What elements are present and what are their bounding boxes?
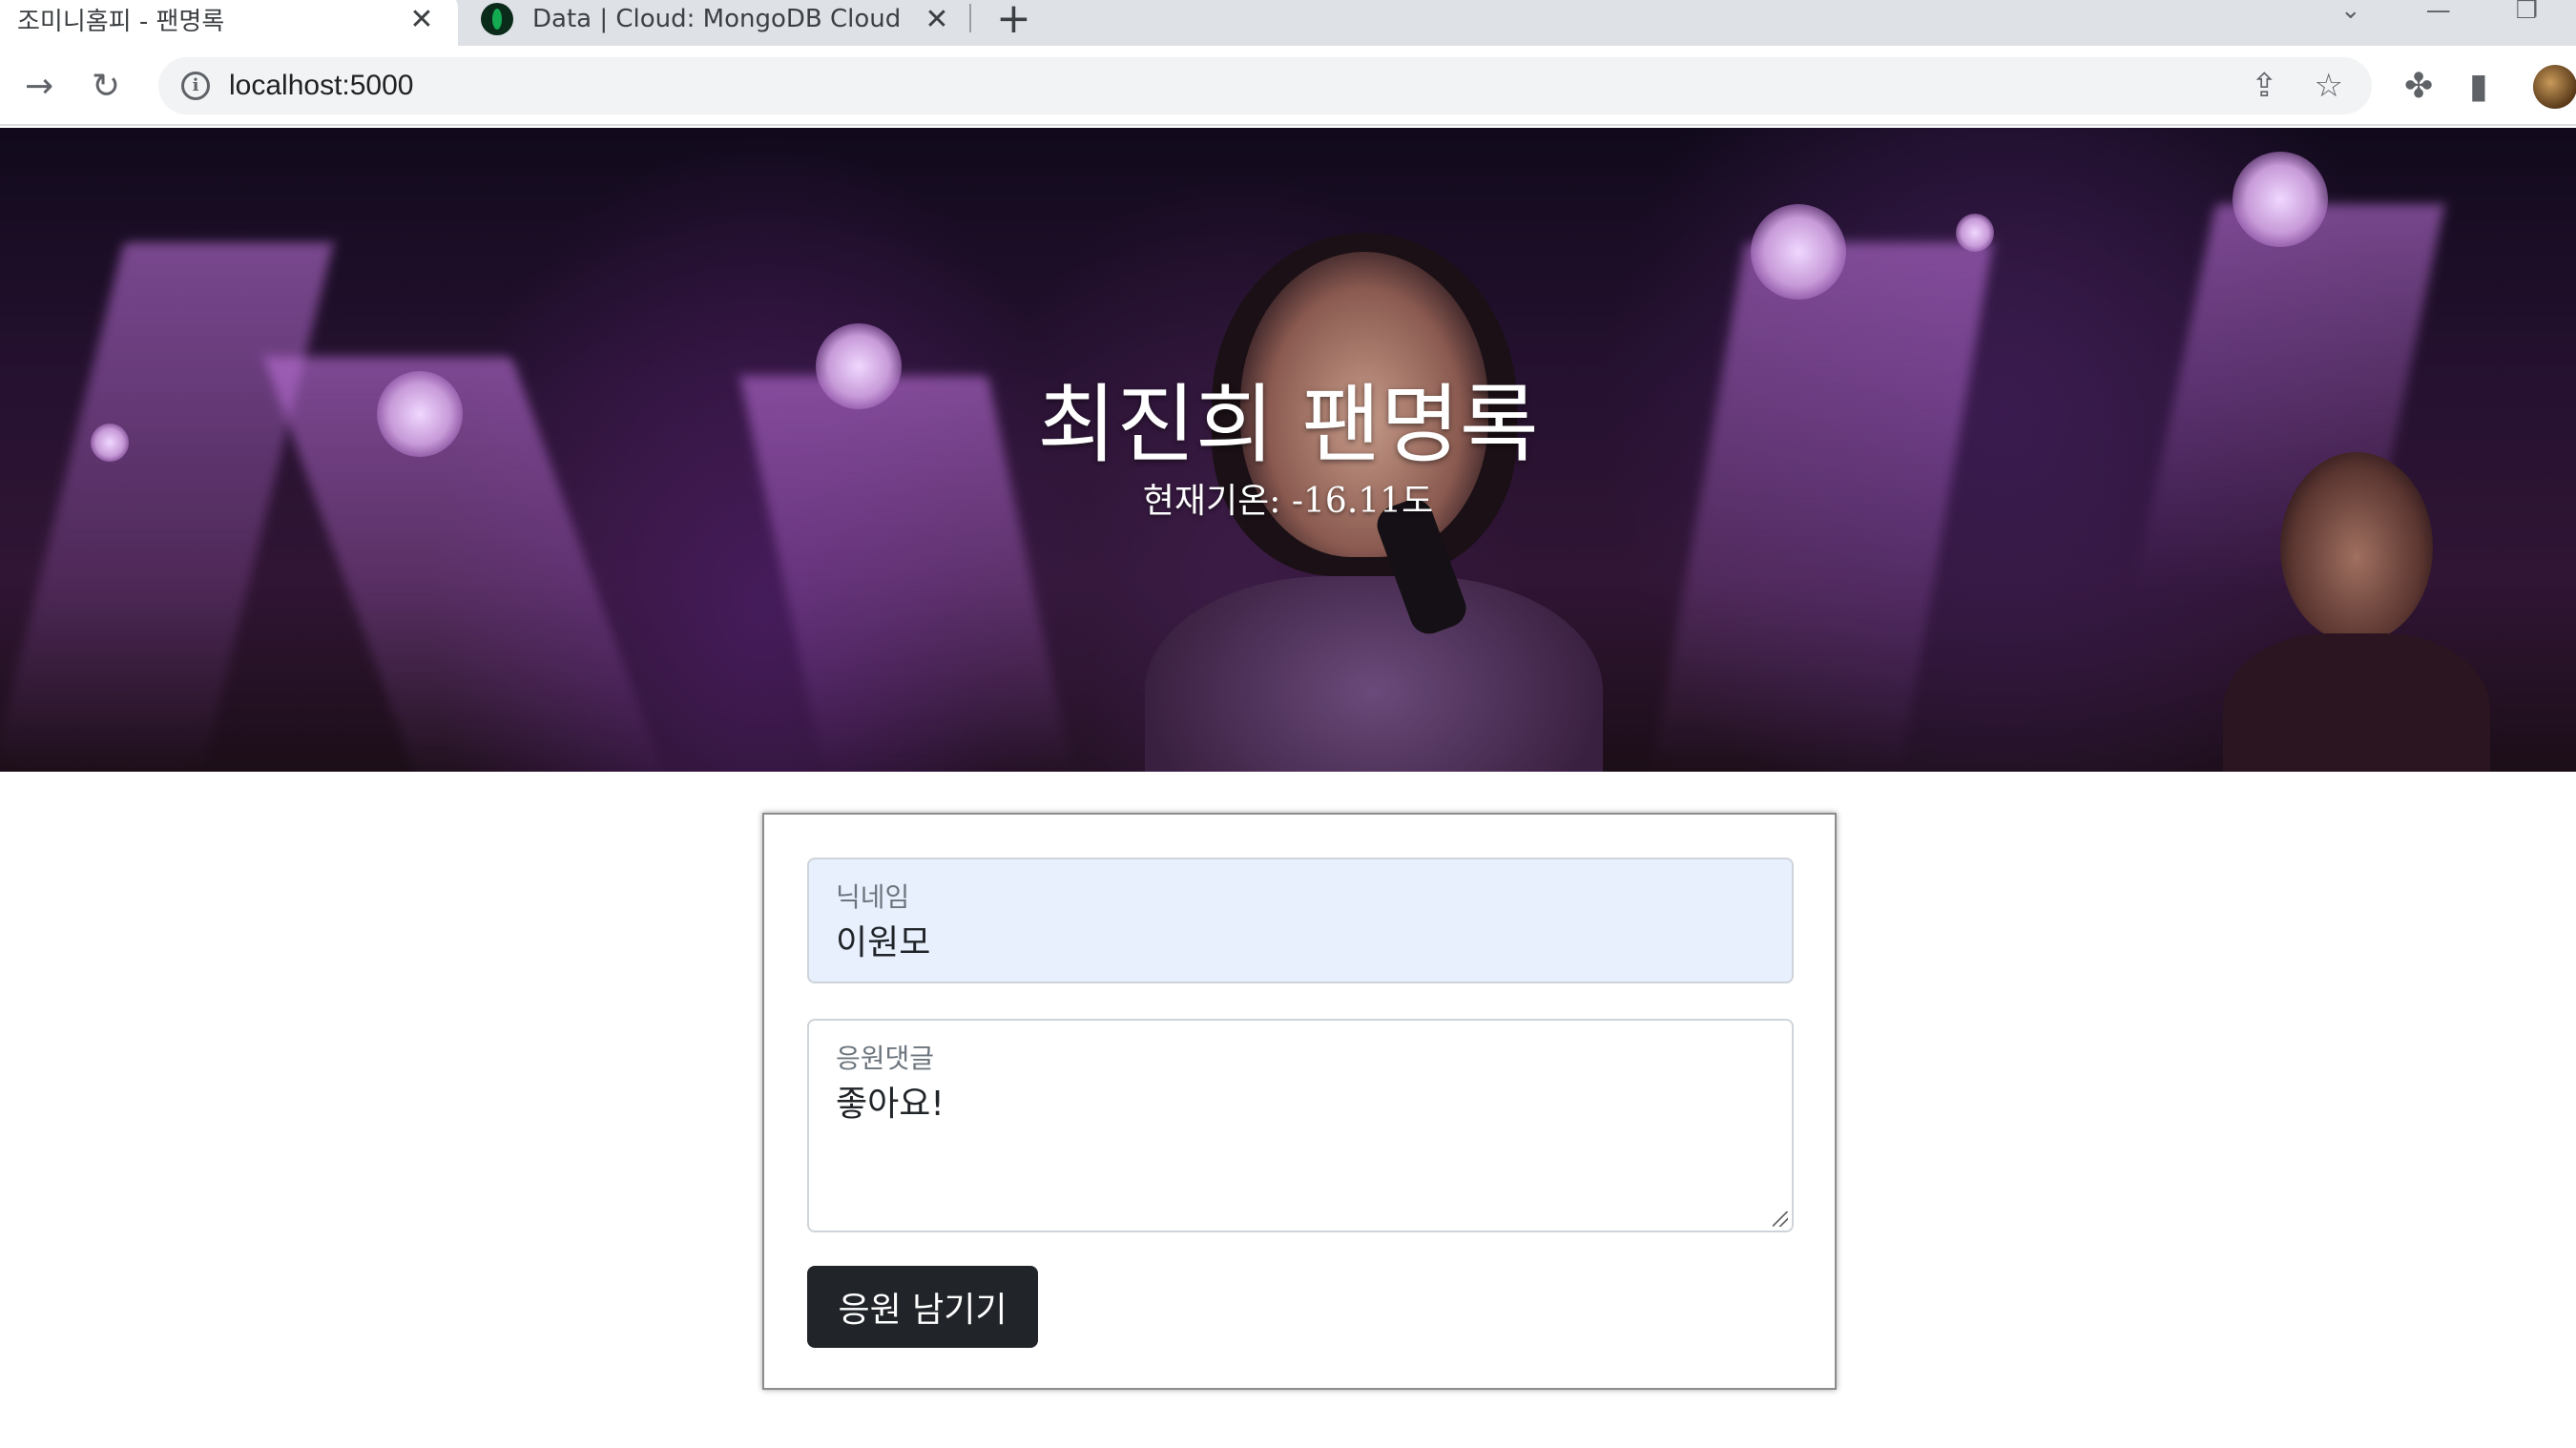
resize-handle-icon[interactable] [1773, 1211, 1788, 1227]
browser-toolbar: → ↻ i localhost:5000 ⇪ ☆ ✤ ▮ [0, 46, 2576, 126]
guestbook-form-card: 닉네임 이원모 응원댓글 좋아요! 응원 남기기 [762, 813, 1837, 1390]
tab-title: 조미니홈피 - 팬명록 [17, 7, 225, 36]
extensions-puzzle-icon[interactable]: ✤ [2404, 67, 2433, 106]
address-bar[interactable]: i localhost:5000 ⇪ ☆ [158, 57, 2372, 114]
close-tab-icon[interactable]: ✕ [403, 3, 441, 36]
tab-separator [969, 4, 971, 32]
submit-cheer-button[interactable]: 응원 남기기 [807, 1266, 1038, 1348]
tab-search-icon[interactable]: ⌄ [2340, 0, 2361, 25]
site-info-icon[interactable]: i [181, 72, 210, 100]
tab-title: Data | Cloud: MongoDB Cloud [532, 5, 902, 33]
restore-icon[interactable]: ❐ [2516, 0, 2538, 25]
nickname-label: 닉네임 [836, 881, 910, 913]
close-tab-icon[interactable]: ✕ [918, 3, 956, 36]
minimize-icon[interactable]: — [2426, 0, 2451, 25]
page-title: 최진희 팬명록 [1037, 375, 1539, 475]
nickname-value[interactable]: 이원모 [836, 915, 930, 964]
bookmark-star-icon[interactable]: ☆ [2315, 67, 2343, 105]
temperature-text: 현재기온: -16.11도 [1142, 482, 1434, 521]
omnibox-actions: ⇪ ☆ [2251, 67, 2343, 105]
comment-value[interactable]: 좋아요! [836, 1076, 945, 1126]
tab-active[interactable]: 조미니홈피 - 팬명록 ✕ [0, 0, 458, 46]
comment-label: 응원댓글 [836, 1043, 935, 1074]
reload-icon[interactable]: ↻ [92, 67, 120, 106]
new-tab-button[interactable]: + [996, 0, 1031, 43]
hero-banner: 최진희 팬명록 현재기온: -16.11도 [0, 128, 2576, 772]
mongodb-leaf-icon [481, 3, 513, 35]
nickname-field[interactable]: 닉네임 이원모 [807, 858, 1794, 983]
browser-tab-bar: 조미니홈피 - 팬명록 ✕ Data | Cloud: MongoDB Clou… [0, 0, 2576, 46]
side-panel-icon[interactable]: ▮ [2469, 67, 2488, 106]
stage-spotlight [1751, 204, 1846, 300]
tab-mongodb[interactable]: Data | Cloud: MongoDB Cloud ✕ [458, 0, 973, 46]
window-controls: ⌄ — ❐ [2340, 0, 2576, 25]
profile-avatar[interactable] [2533, 65, 2576, 109]
url-text: localhost:5000 [229, 70, 414, 101]
comment-field[interactable]: 응원댓글 좋아요! [807, 1019, 1794, 1232]
forward-icon[interactable]: → [25, 67, 53, 106]
share-icon[interactable]: ⇪ [2251, 67, 2278, 105]
stage-spotlight [2233, 152, 2328, 247]
stage-spotlight [1956, 214, 1994, 252]
